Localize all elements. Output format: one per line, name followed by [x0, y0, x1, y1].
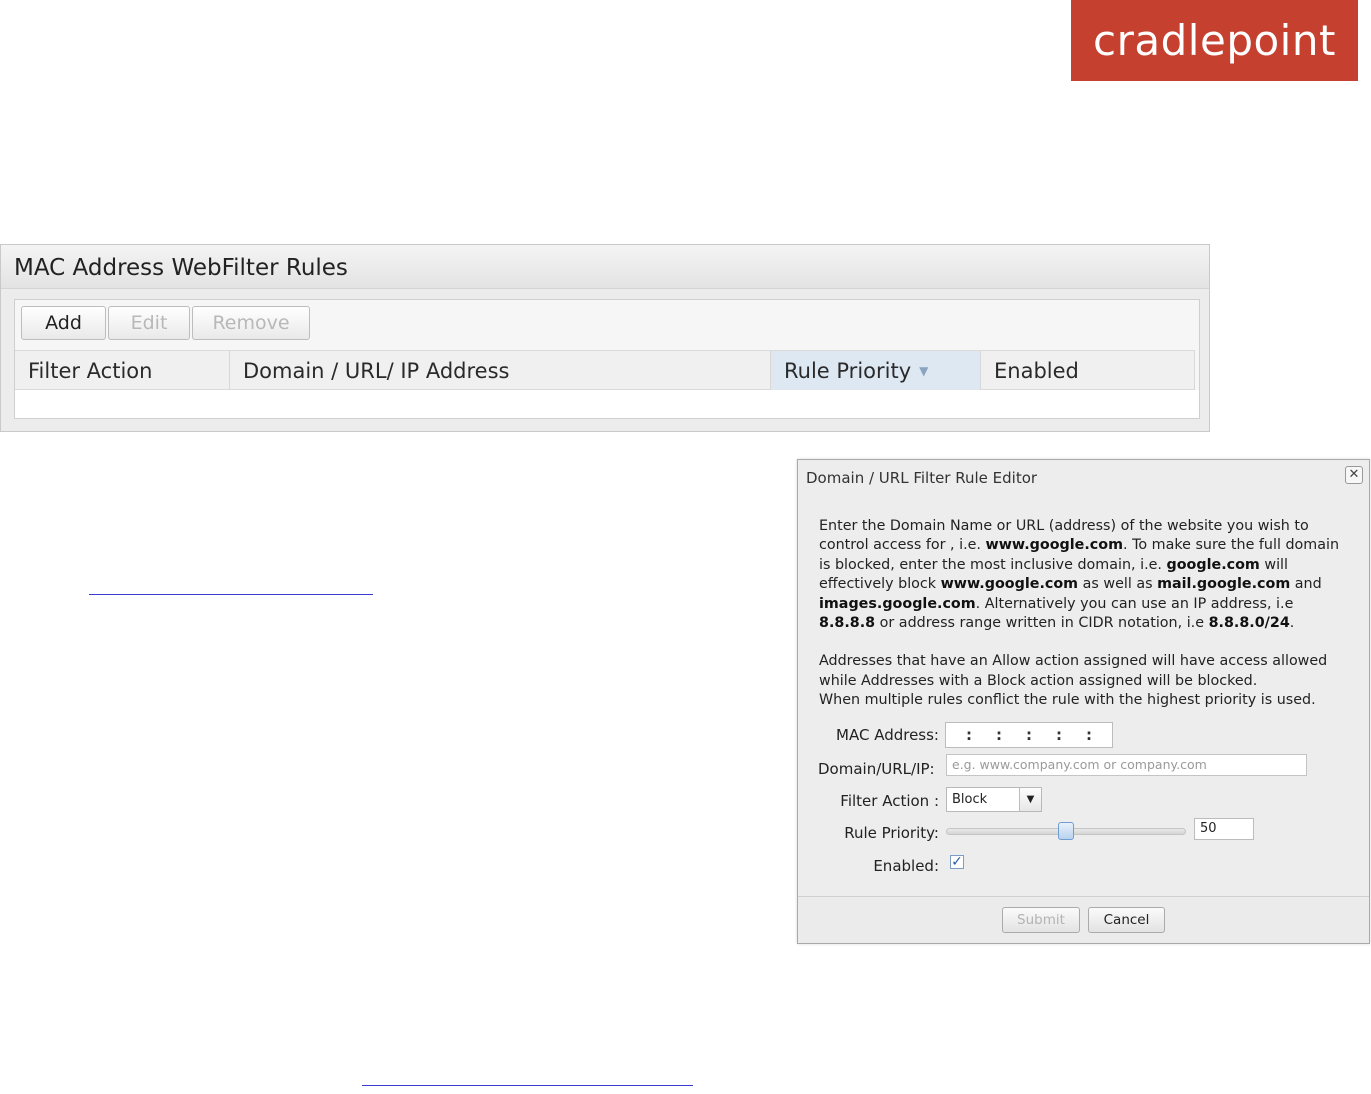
column-header-enabled[interactable]: Enabled [981, 351, 1195, 390]
dialog-title: Domain / URL Filter Rule Editor [806, 469, 1038, 487]
filter-action-label: Filter Action : [840, 792, 939, 810]
column-header-filter-action[interactable]: Filter Action [15, 351, 230, 390]
table-body-empty [15, 390, 1199, 418]
mac-address-input[interactable]: : : : : : [945, 722, 1113, 748]
filter-action-select[interactable]: Block ▼ [946, 787, 1042, 812]
submit-button[interactable]: Submit [1002, 907, 1080, 933]
remove-button[interactable]: Remove [192, 306, 310, 340]
cancel-button[interactable]: Cancel [1088, 907, 1165, 933]
rule-editor-dialog: Domain / URL Filter Rule Editor ✕ Enter … [797, 459, 1370, 944]
close-icon[interactable]: ✕ [1345, 466, 1363, 484]
column-header-domain[interactable]: Domain / URL/ IP Address [230, 351, 771, 390]
cradlepoint-logo: cradlepoint [1071, 0, 1358, 81]
panel-title: MAC Address WebFilter Rules [14, 255, 348, 281]
domain-label: Domain/URL/IP: [818, 760, 935, 778]
dialog-description: Enter the Domain Name or URL (address) o… [819, 518, 1340, 709]
domain-url-ip-input[interactable]: e.g. www.company.com or company.com [946, 754, 1307, 776]
column-label: Enabled [994, 358, 1079, 383]
select-value: Block [952, 792, 988, 807]
chevron-down-icon: ▼ [1019, 788, 1041, 811]
enabled-checkbox[interactable]: ✓ [950, 855, 964, 869]
mac-address-label: MAC Address: [836, 726, 939, 744]
column-label: Filter Action [28, 358, 153, 383]
document-link[interactable] [89, 594, 373, 595]
mac-separator: : [966, 726, 972, 744]
slider-handle[interactable] [1058, 822, 1074, 840]
column-header-rule-priority[interactable]: Rule Priority ▼ [771, 351, 981, 390]
mac-separator: : [996, 726, 1002, 744]
mac-separator: : [1086, 726, 1092, 744]
column-label: Domain / URL/ IP Address [243, 358, 510, 383]
rules-grid: Add Edit Remove Filter Action Domain / U… [14, 299, 1200, 419]
webfilter-rules-panel: MAC Address WebFilter Rules Add Edit Rem… [0, 244, 1210, 432]
enabled-label: Enabled: [873, 857, 939, 875]
sort-down-icon: ▼ [919, 363, 929, 378]
dialog-footer: Submit Cancel [798, 896, 1369, 943]
mac-separator: : [1056, 726, 1062, 744]
table-header: Filter Action Domain / URL/ IP Address R… [15, 350, 1195, 390]
add-button[interactable]: Add [21, 306, 106, 340]
rule-priority-input[interactable]: 50 [1194, 818, 1254, 840]
document-link[interactable] [362, 1085, 693, 1086]
mac-separator: : [1026, 726, 1032, 744]
edit-button[interactable]: Edit [108, 306, 190, 340]
rule-priority-label: Rule Priority: [844, 824, 939, 842]
column-label: Rule Priority [784, 358, 912, 383]
